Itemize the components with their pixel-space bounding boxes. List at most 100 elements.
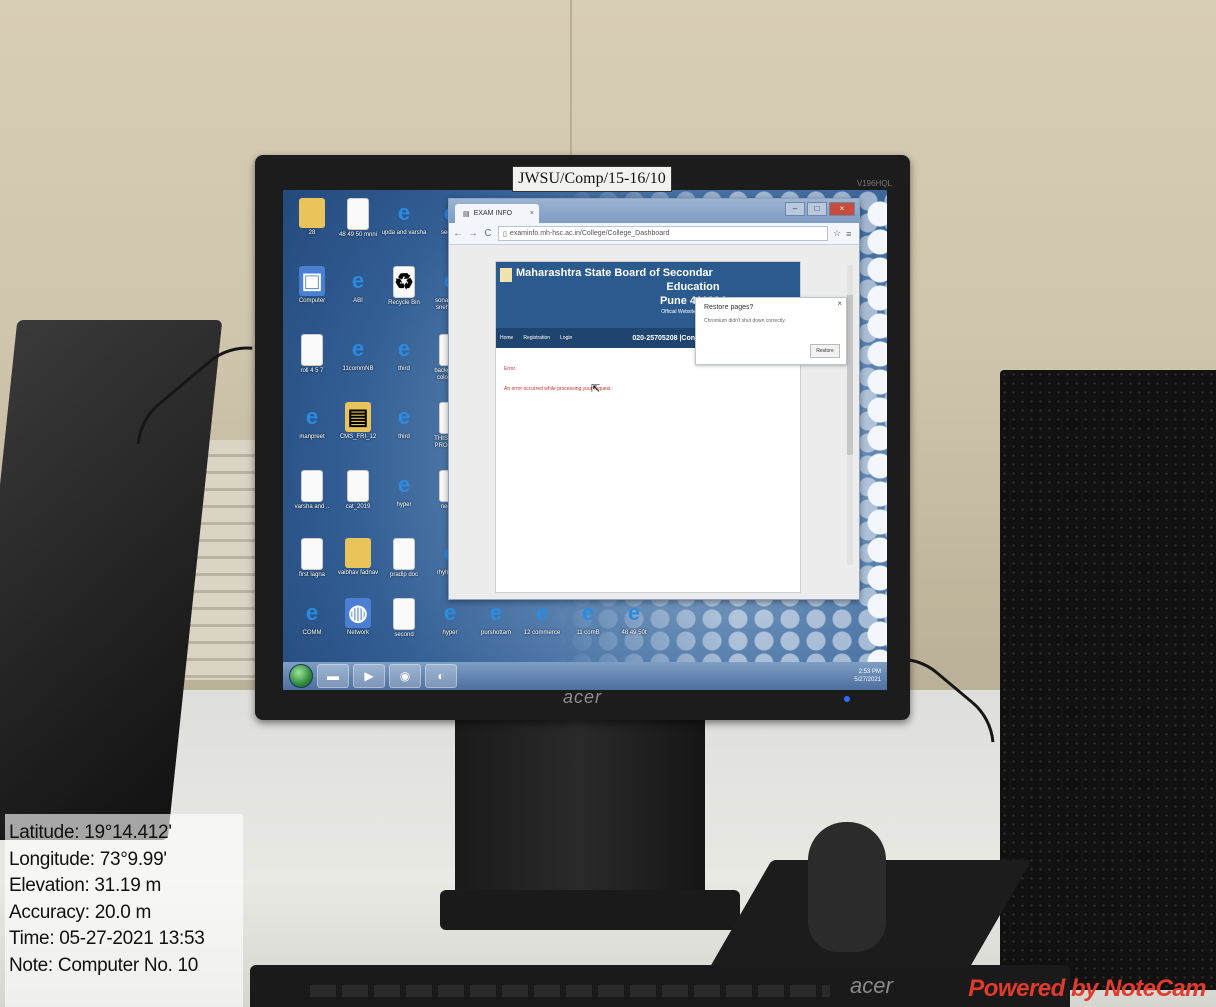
desktop-icon[interactable]: e third	[381, 402, 427, 460]
desktop-icon[interactable]: first lagna	[289, 538, 335, 596]
desktop-icon-label: Recycle Bin	[388, 300, 420, 306]
desktop-icon[interactable]: ◍ Network	[335, 598, 381, 656]
desktop-icon[interactable]: e manpreet	[289, 402, 335, 460]
desktop-icon-label: roll 4 5 7	[300, 368, 324, 374]
desktop-icon[interactable]: e 11commNB	[335, 334, 381, 392]
notecam-watermark: Powered by NoteCam	[968, 975, 1206, 1002]
document-icon	[393, 538, 415, 570]
close-button[interactable]: ×	[829, 202, 855, 216]
ie-icon: e	[581, 600, 595, 625]
minimize-button[interactable]: –	[785, 202, 805, 216]
ie-icon: e	[305, 404, 319, 429]
desktop-icon-label: pradip doc	[389, 572, 419, 578]
page-scrollbar[interactable]	[847, 265, 853, 565]
desktop-icon[interactable]: e upda and varsha	[381, 198, 427, 256]
desktop-icon-label: hyper	[442, 630, 458, 636]
desktop-icon-label: CMS_FRI_12	[339, 434, 377, 440]
desktop-icon[interactable]: roll 4 5 7	[289, 334, 335, 392]
browser-window: ▤ EXAM INFO × – □ × ← → C ▯ examinfo.mh-…	[448, 198, 860, 600]
desktop-icon[interactable]: cat_2019	[335, 470, 381, 528]
restore-pages-popup: × Restore pages? Chromium didn't shut do…	[695, 297, 847, 365]
address-bar[interactable]: ▯ examinfo.mh-hsc.ac.in/College/College_…	[498, 226, 828, 241]
chromium-icon[interactable]: ◉	[389, 664, 421, 688]
reload-icon[interactable]: C	[483, 228, 493, 239]
desktop-icon[interactable]: 48 49 50 mnni	[335, 198, 381, 256]
desktop-icon-label: COMM	[302, 630, 322, 636]
tab-title: EXAM INFO	[473, 210, 513, 217]
desktop-icon[interactable]: varsha and ..	[289, 470, 335, 528]
desktop-icon[interactable]: e COMM	[289, 598, 335, 656]
desktop-icon[interactable]: e ABI	[335, 266, 381, 324]
back-icon[interactable]: ←	[453, 228, 463, 239]
error-message: An error occurred while processing your …	[504, 386, 612, 392]
desktop-icon-label: hyper	[396, 502, 412, 508]
ie-icon: e	[397, 404, 411, 429]
start-button[interactable]	[289, 664, 313, 688]
desktop-icon[interactable]: second	[381, 598, 427, 656]
keyboard-keys	[310, 985, 830, 997]
desktop-icon[interactable]: ▣ Computer	[289, 266, 335, 324]
monitor-brand: acer	[562, 687, 602, 707]
longitude-text: Longitude: 73°9.99'	[9, 848, 167, 870]
keyboard-brand: acer	[850, 973, 893, 998]
explorer-icon[interactable]: ▬	[317, 664, 349, 688]
bookmark-star-icon[interactable]: ☆	[833, 228, 841, 239]
desktop-icon-label: manpreet	[299, 434, 325, 440]
note-text: Note: Computer No. 10	[9, 954, 199, 976]
scrollbar-thumb[interactable]	[847, 295, 853, 455]
power-led	[844, 696, 850, 702]
desktop-icon[interactable]: e purshottam	[473, 598, 519, 656]
maximize-button[interactable]: □	[807, 202, 827, 216]
wall-crack	[570, 0, 572, 160]
desktop-icon[interactable]: 28	[289, 198, 335, 256]
desktop-icon-label: varsha and ..	[294, 504, 330, 510]
desktop-icon-label: 11 comB	[576, 630, 600, 636]
desktop-icon-label: Network	[346, 630, 369, 636]
desktop-icon[interactable]: e hyper	[381, 470, 427, 528]
mouse-cursor-icon: ⇱	[591, 383, 601, 395]
network-icon: ◍	[345, 598, 371, 628]
desktop-icon[interactable]: e 11 comB	[565, 598, 611, 656]
forward-icon[interactable]: →	[468, 228, 478, 239]
nav-registration[interactable]: Registration	[523, 335, 550, 341]
restore-button[interactable]: Restore	[810, 344, 840, 358]
wallpaper-edge	[865, 200, 887, 670]
desktop-icon[interactable]: vaibhav fadnav	[335, 538, 381, 596]
popup-close-icon[interactable]: ×	[837, 299, 842, 308]
monitor-model: V196HQL	[856, 179, 892, 188]
document-icon	[347, 198, 369, 230]
browser-tab[interactable]: ▤ EXAM INFO ×	[455, 204, 539, 223]
gps-overlay: Latitude: 19°14.412' Longitude: 73°9.99'…	[5, 814, 243, 1007]
desktop-icon-label: cat_2019	[345, 504, 371, 510]
desktop-icon[interactable]: e hyper	[427, 598, 473, 656]
browser-viewport: Maharashtra State Board of Secondar Educ…	[449, 245, 859, 599]
folder-icon	[345, 538, 371, 568]
document-icon	[301, 538, 323, 570]
ie-icon: e	[489, 600, 503, 625]
address-url: examinfo.mh-hsc.ac.in/College/College_Da…	[509, 230, 670, 237]
ie-icon: e	[351, 336, 365, 361]
system-tray[interactable]: 2:53 PM 5/27/2021	[854, 668, 881, 684]
desktop-icon[interactable]: e 48 49 50t	[611, 598, 657, 656]
desktop-icon-label: second	[394, 632, 414, 638]
desktop-icon[interactable]: ♻ Recycle Bin	[381, 266, 427, 324]
tab-favicon-icon: ▤	[463, 210, 470, 218]
nav-login[interactable]: Login	[560, 335, 572, 341]
tab-close-icon[interactable]: ×	[530, 210, 534, 217]
desktop-icon[interactable]: e third	[381, 334, 427, 392]
keyboard: acer	[250, 965, 1070, 1007]
desktop-icon-label: 48 49 50t	[621, 630, 647, 636]
desktop-icon-label: first lagna	[298, 572, 325, 578]
desktop-icon-label: 28	[308, 230, 316, 236]
document-icon	[393, 598, 415, 630]
desktop-icon[interactable]: e 12 commerce	[519, 598, 565, 656]
menu-icon[interactable]: ≡	[846, 229, 851, 239]
paint-icon[interactable]: ◐	[425, 664, 457, 688]
site-title-line2: Education	[666, 281, 720, 293]
media-player-icon[interactable]: ▶	[353, 664, 385, 688]
desktop-icon-label: Computer	[298, 298, 326, 304]
desktop-icon[interactable]: pradip doc	[381, 538, 427, 596]
nav-home[interactable]: Home	[500, 335, 513, 341]
popup-message: Chromium didn't shut down correctly.	[704, 318, 786, 324]
desktop-icon[interactable]: ▤ CMS_FRI_12	[335, 402, 381, 460]
